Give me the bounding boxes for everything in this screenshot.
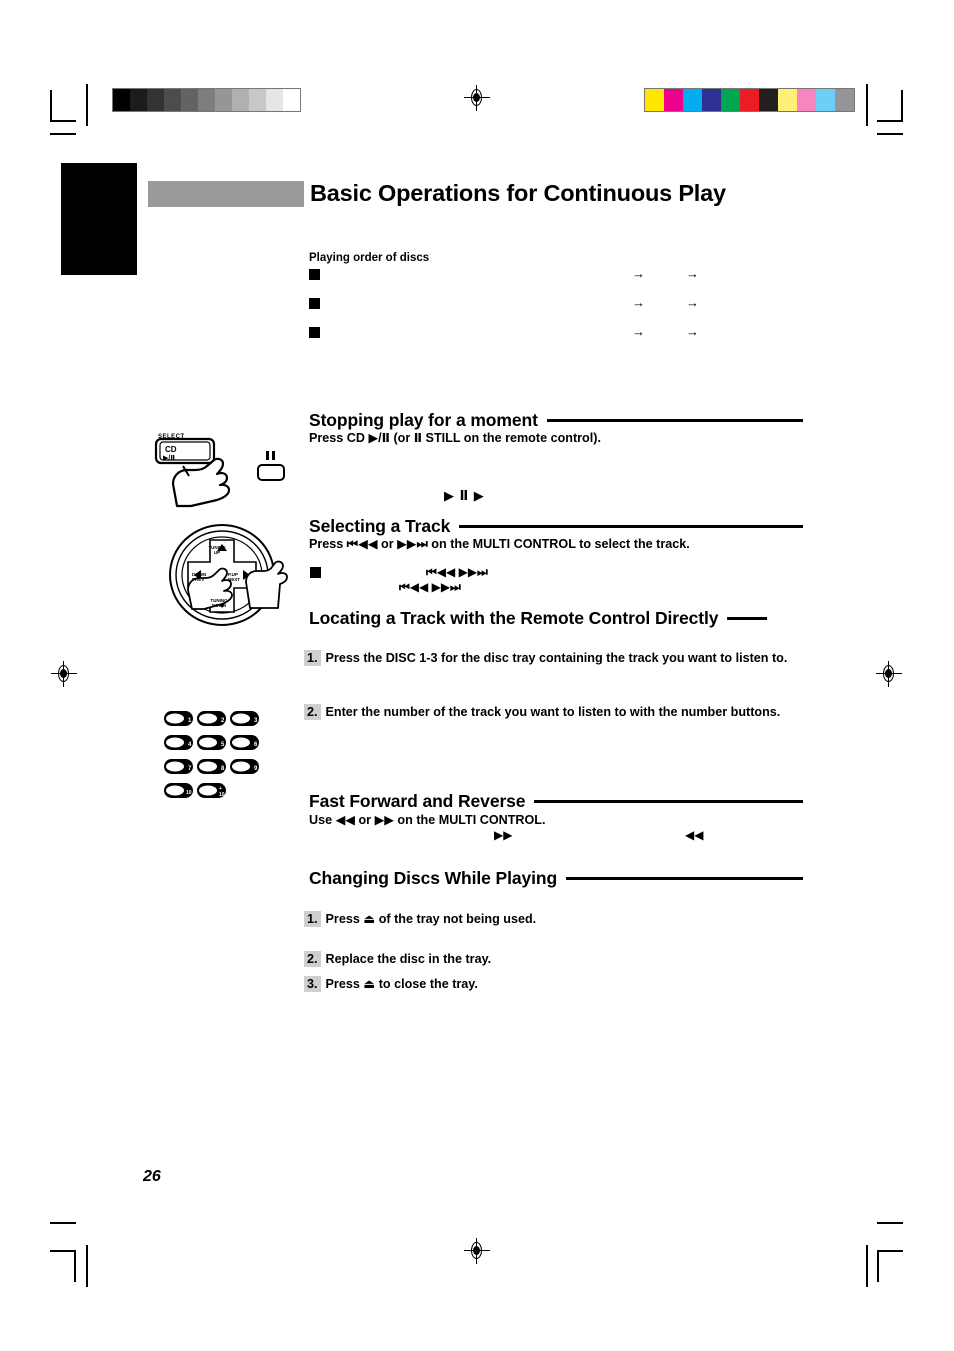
cd-button-illustration (154, 437, 231, 508)
step-number-badge: 2. (304, 951, 321, 967)
section-title: Fast Forward and Reverse (309, 791, 526, 811)
color-swatch (797, 89, 816, 111)
list-item: 2. Enter the number of the track you wan… (304, 704, 784, 721)
color-swatch (664, 89, 683, 111)
arrow-right-icon: → (632, 324, 645, 339)
registration-crosshair-right (876, 661, 902, 687)
grayscale-swatch (283, 89, 300, 111)
section-title: Locating a Track with the Remote Control… (309, 608, 719, 628)
section-heading-selecting-track: Selecting a Track (309, 516, 803, 537)
svg-text:10: 10 (219, 792, 225, 798)
square-bullet-icon (309, 327, 320, 338)
color-swatch (778, 89, 797, 111)
step-text: Press ⏏ to close the tray. (325, 977, 478, 991)
multi-control-right-label: P.UP NEXT (228, 572, 241, 582)
grayscale-swatch (215, 89, 232, 111)
square-bullet-icon (309, 269, 320, 280)
step-text: Press ⏏ of the tray not being used. (325, 912, 537, 926)
section-subtext-stopping-play: Press CD ▶/Ⅱ (or Ⅱ STILL on the remote c… (309, 431, 601, 445)
section-title: Selecting a Track (309, 516, 451, 536)
step-text: Press the DISC 1-3 for the disc tray con… (325, 651, 788, 665)
step-text: Replace the disc in the tray. (325, 952, 492, 966)
grayscale-calibration-bar (112, 88, 301, 112)
cd-button-select-label: SELECT (158, 434, 185, 440)
grayscale-swatch (113, 89, 130, 111)
cd-button-label-bottom: ▶/Ⅱ (163, 455, 175, 462)
remote-number-keypad-illustration: 123 456 789 10 +10 (164, 711, 259, 798)
color-swatch (759, 89, 778, 111)
section-heading-stopping-play: Stopping play for a moment (309, 410, 803, 431)
heading-rule (534, 800, 803, 803)
list-item: 3. Press ⏏ to close the tray. (304, 976, 784, 993)
grayscale-swatch (130, 89, 147, 111)
registration-crosshair-left (51, 661, 77, 687)
list-item: 1. Press ⏏ of the tray not being used. (304, 911, 784, 928)
cd-button-label-top: CD (165, 445, 177, 454)
color-swatch (645, 89, 664, 111)
section-heading-locating-track: Locating a Track with the Remote Control… (309, 608, 803, 629)
color-calibration-bar (644, 88, 855, 112)
multi-control-tuning-down-label: TUNING DOWN (210, 598, 228, 608)
square-bullet-icon (310, 567, 321, 578)
arrow-right-icon: → (632, 266, 645, 281)
section-subtext-selecting-track: Press ⏮◀◀ or ▶▶⏭ on the MULTI CONTROL to… (309, 537, 690, 551)
grayscale-swatch (147, 89, 164, 111)
list-item: 1. Press the DISC 1-3 for the disc tray … (304, 650, 809, 667)
grayscale-swatch (249, 89, 266, 111)
arrow-right-icon: → (686, 266, 699, 281)
section-heading-changing-discs: Changing Discs While Playing (309, 868, 803, 889)
selecting-track-glyph-row-2: ⏮◀◀ ▶▶⏭ (399, 580, 461, 594)
multi-control-tuning-up-label: TUNING UP (208, 545, 226, 555)
fast-reverse-glyph: ◀◀ (685, 828, 704, 842)
multi-control-left-label: DOWN PREV (192, 572, 207, 582)
page-title: Basic Operations for Continuous Play (310, 180, 726, 206)
color-swatch (740, 89, 759, 111)
arrow-right-icon: → (686, 324, 699, 339)
square-bullet-icon (309, 298, 320, 309)
section-subtext-fast-forward: Use ◀◀ or ▶▶ on the MULTI CONTROL. (309, 813, 546, 827)
step-text: Enter the number of the track you want t… (325, 705, 781, 719)
heading-rule (727, 617, 768, 620)
step-number-badge: 2. (304, 704, 321, 720)
arrow-right-icon: → (632, 295, 645, 310)
selecting-track-glyph-row-1: ⏮◀◀ ▶▶⏭ (426, 565, 488, 579)
color-swatch (702, 89, 721, 111)
heading-rule (459, 525, 803, 528)
color-swatch (835, 89, 854, 111)
svg-text:10: 10 (186, 790, 192, 796)
grayscale-swatch (164, 89, 181, 111)
grayscale-swatch (266, 89, 283, 111)
heading-rule (546, 419, 803, 422)
list-item: 2. Replace the disc in the tray. (304, 951, 784, 968)
heading-rule (566, 877, 803, 880)
step-number-badge: 3. (304, 976, 321, 992)
section-title: Changing Discs While Playing (309, 868, 558, 888)
multi-control-dial-illustration (169, 524, 288, 626)
page-number: 26 (143, 1168, 161, 1185)
chapter-thumb-tab (61, 163, 137, 275)
remote-pause-button-illustration (257, 451, 285, 481)
arrow-right-icon: → (686, 295, 699, 310)
stopping-play-inline-glyphs: ▶ Ⅱ ▶ (444, 488, 485, 503)
step-number-badge: 1. (304, 650, 321, 666)
color-swatch (683, 89, 702, 111)
registration-crosshair-bottom (464, 1238, 490, 1264)
playing-order-label: Playing order of discs (309, 252, 430, 264)
color-swatch (721, 89, 740, 111)
grayscale-swatch (198, 89, 215, 111)
color-swatch (816, 89, 835, 111)
fast-forward-glyph: ▶▶ (494, 828, 513, 842)
section-heading-fast-forward: Fast Forward and Reverse (309, 791, 803, 812)
registration-crosshair-top (464, 85, 490, 111)
grayscale-swatch (232, 89, 249, 111)
step-number-badge: 1. (304, 911, 321, 927)
title-accent-bar (148, 181, 304, 207)
grayscale-swatch (181, 89, 198, 111)
section-title: Stopping play for a moment (309, 410, 538, 430)
